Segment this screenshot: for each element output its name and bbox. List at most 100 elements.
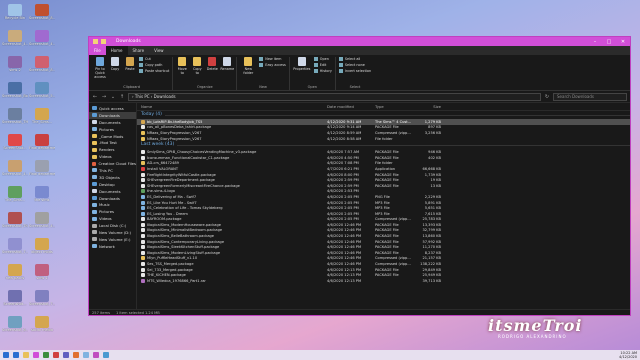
nav-item[interactable]: Downloads <box>89 111 136 119</box>
desktop-icon[interactable]: Screenshot_6... <box>2 316 28 332</box>
delete-button[interactable]: Delete <box>206 57 218 71</box>
column-date[interactable]: Date modified <box>327 104 375 109</box>
nav-item[interactable]: New Volume (E:) <box>89 236 136 243</box>
desktop-icon[interactable]: the sims <box>29 186 55 202</box>
desktop-icon[interactable]: new packs <box>2 264 28 280</box>
invert-selection-button[interactable]: Invert selection <box>338 69 371 73</box>
properties-icon[interactable] <box>101 39 106 44</box>
desktop-icon[interactable]: Final department <box>29 160 55 176</box>
taskbar-app-icon[interactable] <box>93 352 99 358</box>
desktop-icon[interactable]: Screenshot_4... <box>2 160 28 176</box>
select-all-button[interactable]: Select all <box>338 57 371 61</box>
pin-quick-access-button[interactable]: Pin to Quick access <box>94 57 106 79</box>
desktop-icon[interactable]: Screenshot_8... <box>29 56 55 72</box>
desktop-icon[interactable]: Screenshot_The... <box>2 212 28 228</box>
desktop-icon[interactable]: Screenshot_THE... <box>2 108 28 124</box>
desktop-icon[interactable]: The_Sims... <box>29 108 55 124</box>
desktop-icon[interactable]: Screenshot_4... <box>29 212 55 228</box>
maximize-button[interactable]: □ <box>602 39 616 45</box>
desktop-icon[interactable]: The_Sims... <box>2 186 28 202</box>
copy-path-button[interactable]: Copy path <box>139 63 169 67</box>
cut-button[interactable]: Cut <box>139 57 169 61</box>
close-button[interactable]: ✕ <box>616 39 630 45</box>
easy-access-button[interactable]: Easy access <box>259 63 286 67</box>
back-arrow-icon[interactable]: ← <box>92 94 98 100</box>
desktop-icon[interactable]: Screenshot_4... <box>2 30 28 46</box>
select-none-button[interactable]: Select none <box>338 63 371 67</box>
new-folder-button[interactable]: New folder <box>240 57 256 75</box>
folder-icon[interactable] <box>93 39 98 44</box>
taskbar-app-icon[interactable] <box>73 352 79 358</box>
nav-item[interactable]: Videos <box>89 153 136 160</box>
taskbar-app-icon[interactable] <box>63 352 69 358</box>
taskbar-app-icon[interactable] <box>33 352 39 358</box>
new-item-button[interactable]: New item <box>259 57 286 61</box>
desktop-icon[interactable]: social media <box>29 316 55 332</box>
group-header[interactable]: Last week (43) <box>137 141 630 149</box>
nav-item[interactable]: Downloads <box>89 195 136 202</box>
up-arrow-icon[interactable]: ↑ <box>119 94 125 100</box>
file-row[interactable]: MTS_Wlledca_1976866_Part1.rar 4/6/2020 12… <box>137 278 630 284</box>
nav-item[interactable]: Music <box>89 201 136 208</box>
nav-item[interactable]: Pictures <box>89 208 136 215</box>
nav-item[interactable]: Documents <box>89 119 136 126</box>
tab-home[interactable]: Home <box>105 46 128 55</box>
nav-item[interactable]: Local Disk (C:) <box>89 222 136 229</box>
nav-item[interactable]: Quick access <box>89 105 136 112</box>
desktop-icon[interactable]: Screenshot... <box>2 290 28 306</box>
move-to-button[interactable]: Move to <box>176 57 188 75</box>
copy-to-button[interactable]: Copy to <box>191 57 203 75</box>
desktop-icon[interactable]: Recycle Bin <box>2 4 28 20</box>
nav-item[interactable]: _Game Mods <box>89 133 136 140</box>
tab-file[interactable]: File <box>89 46 106 55</box>
edit-button[interactable]: Edit <box>313 63 332 67</box>
taskbar-app-icon[interactable] <box>53 352 59 358</box>
tab-view[interactable]: View <box>149 46 169 55</box>
desktop-icon[interactable]: Screenshot_Bob... <box>2 82 28 98</box>
nav-item[interactable]: Creative Cloud Files <box>89 160 136 167</box>
open-button[interactable]: Open <box>313 57 332 61</box>
address-path[interactable]: › This PC › Downloads <box>128 92 541 101</box>
title-bar[interactable]: Downloads – □ ✕ <box>89 37 630 46</box>
taskbar-app-icon[interactable] <box>13 352 19 358</box>
history-button[interactable]: History <box>313 69 332 73</box>
nav-item[interactable]: 3D Objects <box>89 174 136 181</box>
nav-item[interactable]: This PC <box>89 167 136 174</box>
search-input[interactable]: Search Downloads <box>553 92 627 101</box>
paste-button[interactable]: Paste <box>124 57 136 71</box>
recent-dropdown-icon[interactable]: ⌄ <box>110 94 116 100</box>
desktop-icon[interactable]: object mods <box>29 238 55 254</box>
desktop-icon[interactable]: Screenshot_7... <box>2 238 28 254</box>
desktop-icon[interactable]: ScreenShot... <box>2 134 28 150</box>
forward-arrow-icon[interactable]: → <box>101 94 107 100</box>
paste-shortcut-button[interactable]: Paste shortcut <box>139 69 169 73</box>
desktop-icon[interactable]: sims 2 <box>2 56 28 72</box>
copy-button[interactable]: Copy <box>109 57 121 71</box>
minimize-button[interactable]: – <box>588 39 602 45</box>
column-size[interactable]: Size <box>415 104 443 109</box>
taskbar-app-icon[interactable] <box>23 352 29 358</box>
nav-item[interactable]: .Mod Test <box>89 139 136 146</box>
desktop-icon[interactable]: Screenshot_5... <box>29 82 55 98</box>
rename-button[interactable]: Rename <box>220 57 234 71</box>
nav-item[interactable]: Documents <box>89 188 136 195</box>
nav-item[interactable]: Renders <box>89 146 136 153</box>
nav-item[interactable]: New Volume (D:) <box>89 229 136 236</box>
nav-item[interactable]: Pictures <box>89 126 136 133</box>
nav-item[interactable]: Videos <box>89 215 136 222</box>
nav-item[interactable]: Desktop <box>89 181 136 188</box>
taskbar-app-icon[interactable] <box>103 352 109 358</box>
tab-share[interactable]: Share <box>128 46 150 55</box>
desktop-icon[interactable]: Screenshot_8... <box>29 4 55 20</box>
desktop-icon[interactable]: Screenshot_7... <box>29 290 55 306</box>
group-header[interactable]: Today (4) <box>137 111 630 119</box>
column-name[interactable]: Name <box>137 104 327 109</box>
properties-button[interactable]: Properties <box>293 57 311 71</box>
clock[interactable]: 10:22 AM 4/12/2020 <box>619 351 637 359</box>
start-icon[interactable] <box>3 352 9 358</box>
nav-item[interactable]: Network <box>89 243 136 250</box>
taskbar-app-icon[interactable] <box>43 352 49 358</box>
desktop-icon[interactable]: sims 1 <box>29 264 55 280</box>
desktop-icon[interactable]: Final department <box>29 134 55 150</box>
column-type[interactable]: Type <box>375 104 415 109</box>
